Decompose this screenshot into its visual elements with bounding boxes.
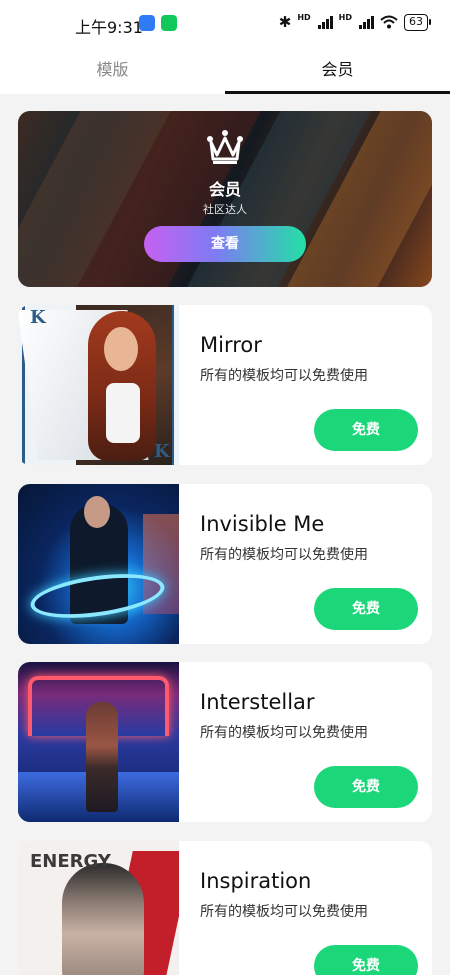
wifi-icon bbox=[380, 15, 398, 29]
thumbnail-art bbox=[84, 496, 110, 528]
template-card[interactable]: K K Mirror 所有的模板均可以免费使用 免费 bbox=[18, 305, 432, 465]
membership-banner: 会员 社区达人 查看 bbox=[18, 111, 432, 287]
signal-icon bbox=[317, 15, 333, 29]
template-thumbnail[interactable] bbox=[18, 662, 179, 822]
template-title: Inspiration bbox=[200, 869, 312, 893]
status-time: 上午9:31 bbox=[75, 18, 143, 37]
app-notification-icon bbox=[139, 15, 155, 31]
banner-subtitle: 社区达人 bbox=[203, 203, 247, 216]
template-thumbnail[interactable] bbox=[18, 484, 179, 644]
thumbnail-art bbox=[62, 863, 144, 975]
template-description: 所有的模板均可以免费使用 bbox=[200, 725, 368, 741]
free-button[interactable]: 免费 bbox=[314, 766, 418, 808]
bluetooth-icon: ✱ bbox=[278, 13, 292, 31]
thumbnail-art bbox=[106, 383, 140, 443]
template-card[interactable]: ENERGY Inspiration 所有的模板均可以免费使用 免费 bbox=[18, 841, 432, 975]
thumbnail-art bbox=[104, 327, 138, 371]
thumbnail-art bbox=[86, 702, 118, 812]
template-description: 所有的模板均可以免费使用 bbox=[200, 547, 368, 563]
status-right: ✱ HD HD 63 bbox=[278, 13, 431, 31]
template-title: Invisible Me bbox=[200, 512, 325, 536]
battery-icon: 63 bbox=[404, 13, 431, 31]
free-button[interactable]: 免费 bbox=[314, 588, 418, 630]
view-button[interactable]: 查看 bbox=[144, 226, 306, 262]
thumbnail-letter: K bbox=[30, 307, 46, 328]
free-button[interactable]: 免费 bbox=[314, 945, 418, 975]
wechat-notification-icon bbox=[161, 15, 177, 31]
crown-icon bbox=[207, 130, 243, 164]
thumbnail-text: ENERGY bbox=[30, 851, 111, 872]
template-card[interactable]: Invisible Me 所有的模板均可以免费使用 免费 bbox=[18, 484, 432, 644]
signal-icon-2 bbox=[359, 15, 374, 29]
template-title: Interstellar bbox=[200, 690, 315, 714]
tab-templates[interactable]: 模版 bbox=[0, 48, 225, 94]
template-description: 所有的模板均可以免费使用 bbox=[200, 904, 368, 920]
template-description: 所有的模板均可以免费使用 bbox=[200, 368, 368, 384]
template-thumbnail[interactable]: K K bbox=[18, 305, 179, 465]
thumbnail-letter: K bbox=[154, 441, 170, 462]
free-button[interactable]: 免费 bbox=[314, 409, 418, 451]
tab-bar: 模版 会员 bbox=[0, 48, 450, 94]
notification-icons bbox=[139, 15, 177, 31]
template-card[interactable]: Interstellar 所有的模板均可以免费使用 免费 bbox=[18, 662, 432, 822]
hd-label: HD bbox=[297, 13, 311, 22]
banner-title: 会员 bbox=[208, 180, 241, 199]
template-thumbnail[interactable]: ENERGY bbox=[18, 841, 179, 975]
status-bar: 上午9:31 ✱ HD HD 63 bbox=[0, 0, 450, 48]
tab-membership[interactable]: 会员 bbox=[225, 48, 450, 94]
hd-label-2: HD bbox=[338, 13, 352, 22]
template-title: Mirror bbox=[200, 333, 262, 357]
